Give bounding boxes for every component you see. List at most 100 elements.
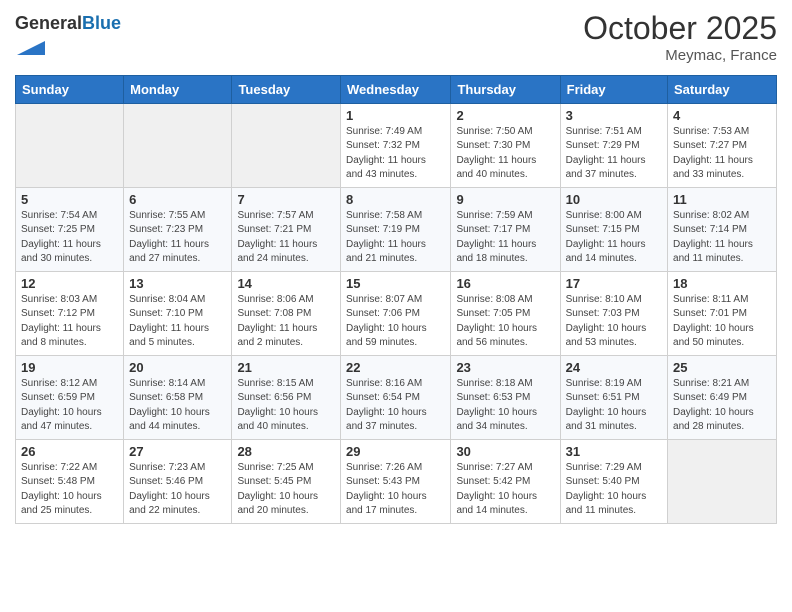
- location-subtitle: Meymac, France: [583, 47, 777, 64]
- day-number: 6: [129, 192, 226, 207]
- calendar-week-3: 12 Sunrise: 8:03 AMSunset: 7:12 PMDayligh…: [16, 271, 777, 355]
- calendar-cell: [668, 439, 777, 523]
- day-info: Sunrise: 8:06 AMSunset: 7:08 PMDaylight:…: [237, 293, 335, 351]
- col-friday: Friday: [560, 75, 667, 103]
- logo: GeneralBlue: [15, 14, 121, 67]
- day-info: Sunrise: 7:57 AMSunset: 7:21 PMDaylight:…: [237, 209, 335, 267]
- day-info: Sunrise: 8:04 AMSunset: 7:10 PMDaylight:…: [129, 293, 226, 351]
- day-number: 16: [456, 276, 554, 291]
- calendar-cell: 22Sunrise: 8:16 AMSunset: 6:54 PMDayligh…: [341, 355, 451, 439]
- calendar-cell: 14Sunrise: 8:06 AMSunset: 7:08 PMDayligh…: [232, 271, 341, 355]
- day-info: Sunrise: 8:11 AMSunset: 7:01 PMDaylight:…: [673, 293, 771, 351]
- calendar-cell: 19Sunrise: 8:12 AMSunset: 6:59 PMDayligh…: [16, 355, 124, 439]
- day-number: 27: [129, 444, 226, 459]
- day-number: 15: [346, 276, 445, 291]
- header-row: Sunday Monday Tuesday Wednesday Thursday…: [16, 75, 777, 103]
- day-number: 25: [673, 360, 771, 375]
- day-number: 9: [456, 192, 554, 207]
- day-number: 22: [346, 360, 445, 375]
- day-number: 3: [566, 108, 662, 123]
- day-info: Sunrise: 8:19 AMSunset: 6:51 PMDaylight:…: [566, 377, 662, 435]
- day-number: 13: [129, 276, 226, 291]
- day-info: Sunrise: 7:22 AMSunset: 5:48 PMDaylight:…: [21, 461, 118, 519]
- page-container: GeneralBlue October 2025 Meymac, France …: [0, 0, 792, 534]
- calendar-cell: 11Sunrise: 8:02 AMSunset: 7:14 PMDayligh…: [668, 187, 777, 271]
- calendar-cell: 1 Sunrise: 7:49 AMSunset: 7:32 PMDaylight…: [341, 103, 451, 187]
- calendar-header: Sunday Monday Tuesday Wednesday Thursday…: [16, 75, 777, 103]
- day-number: 11: [673, 192, 771, 207]
- calendar-cell: 20 Sunrise: 8:14 AMSunset: 6:58 PMDayligh…: [124, 355, 232, 439]
- day-number: 12: [21, 276, 118, 291]
- day-info: Sunrise: 8:10 AMSunset: 7:03 PMDaylight:…: [566, 293, 662, 351]
- day-info: Sunrise: 8:03 AMSunset: 7:12 PMDaylight:…: [21, 293, 118, 351]
- day-info: Sunrise: 8:08 AMSunset: 7:05 PMDaylight:…: [456, 293, 554, 351]
- calendar-week-1: 1 Sunrise: 7:49 AMSunset: 7:32 PMDaylight…: [16, 103, 777, 187]
- day-number: 1: [346, 108, 445, 123]
- calendar-cell: [124, 103, 232, 187]
- day-info: Sunrise: 7:51 AMSunset: 7:29 PMDaylight:…: [566, 125, 662, 183]
- day-number: 31: [566, 444, 662, 459]
- calendar-cell: 12 Sunrise: 8:03 AMSunset: 7:12 PMDayligh…: [16, 271, 124, 355]
- title-block: October 2025 Meymac, France: [583, 10, 777, 64]
- calendar-cell: 5Sunrise: 7:54 AMSunset: 7:25 PMDaylight…: [16, 187, 124, 271]
- calendar-cell: 7 Sunrise: 7:57 AMSunset: 7:21 PMDaylight…: [232, 187, 341, 271]
- calendar-cell: 23 Sunrise: 8:18 AMSunset: 6:53 PMDayligh…: [451, 355, 560, 439]
- day-info: Sunrise: 8:00 AMSunset: 7:15 PMDaylight:…: [566, 209, 662, 267]
- calendar-cell: 30Sunrise: 7:27 AMSunset: 5:42 PMDayligh…: [451, 439, 560, 523]
- day-number: 21: [237, 360, 335, 375]
- day-number: 19: [21, 360, 118, 375]
- day-info: Sunrise: 8:21 AMSunset: 6:49 PMDaylight:…: [673, 377, 771, 435]
- calendar-cell: 28 Sunrise: 7:25 AMSunset: 5:45 PMDayligh…: [232, 439, 341, 523]
- calendar-cell: 25 Sunrise: 8:21 AMSunset: 6:49 PMDayligh…: [668, 355, 777, 439]
- day-info: Sunrise: 7:49 AMSunset: 7:32 PMDaylight:…: [346, 125, 445, 183]
- month-title: October 2025: [583, 10, 777, 47]
- logo-blue-text: Blue: [82, 13, 121, 33]
- calendar-body: 1 Sunrise: 7:49 AMSunset: 7:32 PMDaylight…: [16, 103, 777, 523]
- col-wednesday: Wednesday: [341, 75, 451, 103]
- calendar-cell: 10 Sunrise: 8:00 AMSunset: 7:15 PMDayligh…: [560, 187, 667, 271]
- calendar-cell: 17 Sunrise: 8:10 AMSunset: 7:03 PMDayligh…: [560, 271, 667, 355]
- col-tuesday: Tuesday: [232, 75, 341, 103]
- day-info: Sunrise: 8:18 AMSunset: 6:53 PMDaylight:…: [456, 377, 554, 435]
- day-number: 7: [237, 192, 335, 207]
- col-monday: Monday: [124, 75, 232, 103]
- calendar-cell: [16, 103, 124, 187]
- day-info: Sunrise: 7:23 AMSunset: 5:46 PMDaylight:…: [129, 461, 226, 519]
- calendar-cell: 29Sunrise: 7:26 AMSunset: 5:43 PMDayligh…: [341, 439, 451, 523]
- day-info: Sunrise: 8:14 AMSunset: 6:58 PMDaylight:…: [129, 377, 226, 435]
- day-number: 23: [456, 360, 554, 375]
- day-info: Sunrise: 7:25 AMSunset: 5:45 PMDaylight:…: [237, 461, 335, 519]
- day-number: 28: [237, 444, 335, 459]
- day-number: 20: [129, 360, 226, 375]
- day-number: 10: [566, 192, 662, 207]
- day-number: 2: [456, 108, 554, 123]
- day-info: Sunrise: 7:53 AMSunset: 7:27 PMDaylight:…: [673, 125, 771, 183]
- calendar-cell: 9 Sunrise: 7:59 AMSunset: 7:17 PMDaylight…: [451, 187, 560, 271]
- day-info: Sunrise: 7:59 AMSunset: 7:17 PMDaylight:…: [456, 209, 554, 267]
- day-info: Sunrise: 7:29 AMSunset: 5:40 PMDaylight:…: [566, 461, 662, 519]
- calendar-cell: 26 Sunrise: 7:22 AMSunset: 5:48 PMDayligh…: [16, 439, 124, 523]
- calendar-cell: 6 Sunrise: 7:55 AMSunset: 7:23 PMDaylight…: [124, 187, 232, 271]
- day-number: 24: [566, 360, 662, 375]
- col-thursday: Thursday: [451, 75, 560, 103]
- col-saturday: Saturday: [668, 75, 777, 103]
- calendar-cell: 13 Sunrise: 8:04 AMSunset: 7:10 PMDayligh…: [124, 271, 232, 355]
- calendar-cell: 8Sunrise: 7:58 AMSunset: 7:19 PMDaylight…: [341, 187, 451, 271]
- day-number: 17: [566, 276, 662, 291]
- day-number: 26: [21, 444, 118, 459]
- logo-icon: [17, 34, 45, 62]
- logo-general-text: General: [15, 13, 82, 33]
- calendar-cell: [232, 103, 341, 187]
- col-sunday: Sunday: [16, 75, 124, 103]
- day-info: Sunrise: 7:26 AMSunset: 5:43 PMDaylight:…: [346, 461, 445, 519]
- calendar-cell: 15Sunrise: 8:07 AMSunset: 7:06 PMDayligh…: [341, 271, 451, 355]
- calendar-cell: 21Sunrise: 8:15 AMSunset: 6:56 PMDayligh…: [232, 355, 341, 439]
- day-number: 18: [673, 276, 771, 291]
- day-number: 8: [346, 192, 445, 207]
- calendar-cell: 18 Sunrise: 8:11 AMSunset: 7:01 PMDayligh…: [668, 271, 777, 355]
- calendar-cell: 16 Sunrise: 8:08 AMSunset: 7:05 PMDayligh…: [451, 271, 560, 355]
- day-info: Sunrise: 7:50 AMSunset: 7:30 PMDaylight:…: [456, 125, 554, 183]
- calendar-cell: 2 Sunrise: 7:50 AMSunset: 7:30 PMDaylight…: [451, 103, 560, 187]
- calendar-week-5: 26 Sunrise: 7:22 AMSunset: 5:48 PMDayligh…: [16, 439, 777, 523]
- day-info: Sunrise: 7:55 AMSunset: 7:23 PMDaylight:…: [129, 209, 226, 267]
